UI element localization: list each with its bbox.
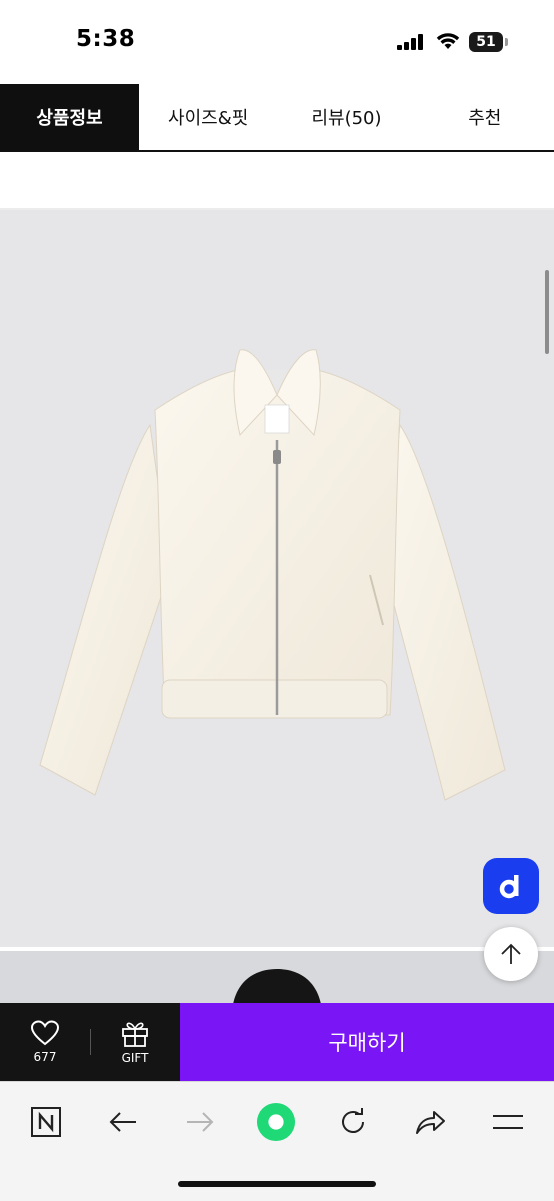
hamburger-icon — [493, 1115, 523, 1129]
gift-label: GIFT — [121, 1051, 149, 1065]
refresh-icon — [342, 1108, 364, 1133]
home-indicator[interactable] — [178, 1181, 376, 1187]
share-icon[interactable] — [410, 1102, 450, 1142]
naver-green-icon — [256, 1102, 296, 1142]
wishlist-count: 677 — [33, 1050, 57, 1064]
tab-size-fit[interactable]: 사이즈&핏 — [139, 84, 277, 150]
forward-arrow-icon[interactable] — [180, 1102, 220, 1142]
n-square-icon — [31, 1107, 61, 1137]
buy-button[interactable]: 구매하기 — [180, 1003, 554, 1081]
green-circle-icon[interactable] — [256, 1102, 296, 1142]
scrollbar-thumb[interactable] — [545, 270, 549, 354]
cellular-signal-icon — [397, 34, 423, 50]
wifi-icon — [436, 33, 460, 49]
forward-icon — [187, 1112, 214, 1132]
menu-icon[interactable] — [488, 1102, 528, 1142]
jacket-illustration — [39, 349, 506, 801]
product-image — [0, 210, 554, 947]
tab-product-info[interactable]: 상품정보 — [0, 84, 139, 150]
d-icon[interactable] — [483, 858, 539, 914]
reload-icon[interactable] — [333, 1102, 373, 1142]
gift-button[interactable]: GIFT — [90, 1003, 180, 1081]
wishlist-button[interactable]: 677 — [0, 1003, 90, 1081]
status-bar: 5:38 51 — [0, 0, 554, 84]
battery-nub — [505, 38, 508, 46]
purchase-bar: 677 GIFT 구매하기 — [0, 1003, 554, 1081]
heart-icon — [30, 1020, 60, 1046]
tab-recommend[interactable]: 추천 — [416, 84, 554, 150]
product-tabs: 상품정보 사이즈&핏 리뷰(50) 추천 — [0, 84, 554, 152]
back-arrow-icon[interactable] — [103, 1102, 143, 1142]
gift-icon — [122, 1022, 148, 1047]
status-time: 5:38 — [76, 26, 136, 52]
model-head-illustration — [232, 969, 322, 1011]
d-letter-icon — [499, 875, 519, 899]
model-image — [0, 951, 554, 1011]
purchase-bar-left: 677 GIFT — [0, 1003, 180, 1081]
battery-indicator: 51 — [469, 32, 509, 52]
arrow-up-icon — [501, 943, 521, 964]
battery-level: 51 — [469, 32, 503, 52]
tab-reviews[interactable]: 리뷰(50) — [277, 84, 415, 150]
share-arrow-icon — [416, 1111, 445, 1134]
scroll-to-top-button[interactable] — [484, 927, 538, 981]
n-logo-icon[interactable] — [26, 1102, 66, 1142]
back-icon — [109, 1112, 136, 1132]
